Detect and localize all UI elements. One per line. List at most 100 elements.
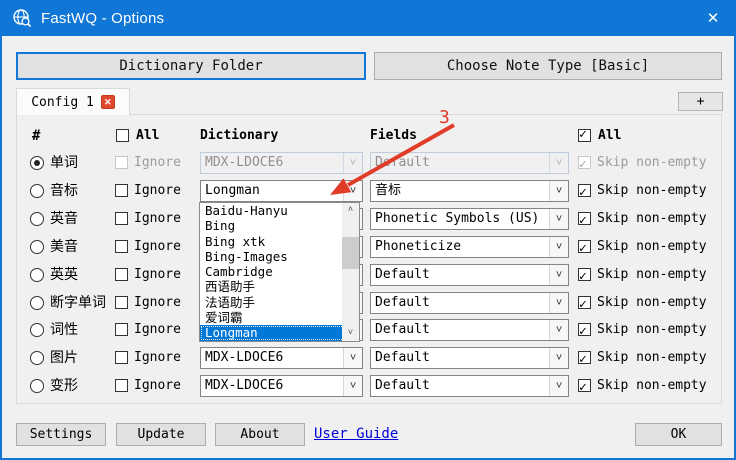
title-bar: FastWQ - Options ✕ bbox=[0, 0, 736, 36]
annotation-step-number: 3 bbox=[439, 107, 450, 128]
row-label: 英音 bbox=[50, 208, 78, 230]
row-select-radio[interactable] bbox=[30, 184, 44, 198]
ignore-label: Ignore bbox=[134, 152, 181, 174]
close-window-button[interactable]: ✕ bbox=[690, 0, 736, 36]
ignore-checkbox[interactable] bbox=[115, 240, 128, 253]
table-row: 变形 Ignore MDX-LDOCE6˅ Default˅ Skip non-… bbox=[2, 375, 736, 397]
row-label: 英英 bbox=[50, 264, 78, 286]
row-select-radio[interactable] bbox=[30, 351, 44, 365]
settings-button[interactable]: Settings bbox=[16, 423, 106, 446]
ok-button[interactable]: OK bbox=[635, 423, 722, 446]
dropdown-item[interactable]: 西语助手 bbox=[200, 279, 359, 294]
dictionary-folder-button[interactable]: Dictionary Folder bbox=[16, 52, 366, 80]
skip-non-empty-checkbox[interactable] bbox=[578, 156, 591, 169]
skip-non-empty-checkbox[interactable] bbox=[578, 296, 591, 309]
row-select-radio[interactable] bbox=[30, 379, 44, 393]
ignore-checkbox[interactable] bbox=[115, 351, 128, 364]
ignore-checkbox[interactable] bbox=[115, 212, 128, 225]
fields-combobox[interactable]: Default˅ bbox=[370, 292, 569, 314]
choose-note-type-button[interactable]: Choose Note Type [Basic] bbox=[374, 52, 722, 80]
row-label: 断字单词 bbox=[50, 292, 106, 314]
dropdown-item-selected[interactable]: Longman bbox=[200, 325, 359, 340]
window-title: FastWQ - Options bbox=[41, 10, 164, 27]
tab-config-1[interactable]: Config 1 ✕ bbox=[16, 88, 130, 115]
chevron-down-icon: ˅ bbox=[549, 320, 568, 340]
skip-non-empty-label: Skip non-empty bbox=[597, 319, 707, 341]
ignore-checkbox[interactable] bbox=[115, 156, 128, 169]
skip-non-empty-checkbox[interactable] bbox=[578, 212, 591, 225]
skip-non-empty-checkbox[interactable] bbox=[578, 379, 591, 392]
row-label: 词性 bbox=[50, 319, 78, 341]
table-row: 词性 Ignore ˅ Default˅ Skip non-empty bbox=[2, 319, 736, 341]
row-label: 图片 bbox=[50, 347, 78, 369]
row-select-radio[interactable] bbox=[30, 240, 44, 254]
chevron-down-icon: ˅ bbox=[549, 237, 568, 257]
skip-non-empty-checkbox[interactable] bbox=[578, 184, 591, 197]
row-select-radio[interactable] bbox=[30, 268, 44, 282]
dropdown-item[interactable]: Bing-Images bbox=[200, 249, 359, 264]
fields-combobox[interactable]: Phonetic Symbols (US)˅ bbox=[370, 208, 569, 230]
chevron-down-icon: ˅ bbox=[343, 153, 362, 173]
dropdown-item[interactable]: 法语助手 bbox=[200, 295, 359, 310]
add-config-tab-button[interactable]: + bbox=[678, 92, 723, 111]
fields-combobox[interactable]: Default˅ bbox=[370, 319, 569, 341]
chevron-down-icon: ˅ bbox=[343, 348, 362, 368]
fields-combobox[interactable]: Default˅ bbox=[370, 152, 569, 174]
dropdown-item[interactable]: Bing bbox=[200, 218, 359, 233]
tab-close-icon[interactable]: ✕ bbox=[101, 95, 115, 109]
row-label: 变形 bbox=[50, 375, 78, 397]
skip-non-empty-label: Skip non-empty bbox=[597, 236, 707, 258]
chevron-down-icon: ˅ bbox=[549, 265, 568, 285]
dropdown-item[interactable]: Bing xtk bbox=[200, 234, 359, 249]
ignore-label: Ignore bbox=[134, 292, 181, 314]
fields-combobox[interactable]: Default˅ bbox=[370, 375, 569, 397]
fields-combobox[interactable]: Default˅ bbox=[370, 347, 569, 369]
dictionary-combobox[interactable]: MDX-LDOCE6˅ bbox=[200, 347, 363, 369]
update-button[interactable]: Update bbox=[116, 423, 206, 446]
ignore-label: Ignore bbox=[134, 180, 181, 202]
fields-combobox[interactable]: Default˅ bbox=[370, 264, 569, 286]
skip-non-empty-checkbox[interactable] bbox=[578, 240, 591, 253]
all-ignore-checkbox[interactable] bbox=[116, 129, 129, 147]
dropdown-item[interactable]: 爱词霸 bbox=[200, 310, 359, 325]
dictionary-combobox-open[interactable]: Longman˅ bbox=[200, 180, 363, 202]
dictionary-combobox[interactable]: MDX-LDOCE6˅ bbox=[200, 152, 363, 174]
scrollbar-thumb[interactable] bbox=[342, 237, 359, 269]
tab-label: Config 1 bbox=[31, 95, 94, 110]
scroll-up-icon[interactable]: ˄ bbox=[342, 203, 359, 218]
ignore-label: Ignore bbox=[134, 236, 181, 258]
options-dialog: FastWQ - Options ✕ Dictionary Folder Cho… bbox=[0, 0, 736, 460]
skip-non-empty-checkbox[interactable] bbox=[578, 351, 591, 364]
user-guide-link[interactable]: User Guide bbox=[314, 426, 398, 442]
ignore-checkbox[interactable] bbox=[115, 268, 128, 281]
ignore-checkbox[interactable] bbox=[115, 323, 128, 336]
column-header-fields: Fields bbox=[370, 128, 417, 146]
about-button[interactable]: About bbox=[215, 423, 305, 446]
all-skip-checkbox[interactable] bbox=[578, 129, 591, 147]
skip-non-empty-label: Skip non-empty bbox=[597, 375, 707, 397]
column-header-all-right: All bbox=[598, 128, 621, 146]
ignore-checkbox[interactable] bbox=[115, 296, 128, 309]
row-select-radio[interactable] bbox=[30, 323, 44, 337]
skip-non-empty-checkbox[interactable] bbox=[578, 323, 591, 336]
row-select-radio[interactable] bbox=[30, 296, 44, 310]
table-row: 单词 Ignore MDX-LDOCE6˅ Default˅ Skip non-… bbox=[2, 152, 736, 174]
row-select-radio[interactable] bbox=[30, 156, 44, 170]
fields-combobox[interactable]: Phoneticize˅ bbox=[370, 236, 569, 258]
ignore-checkbox[interactable] bbox=[115, 379, 128, 392]
ignore-checkbox[interactable] bbox=[115, 184, 128, 197]
table-row: 英英 Ignore ˅ Default˅ Skip non-empty bbox=[2, 264, 736, 286]
dropdown-item[interactable]: Cambridge bbox=[200, 264, 359, 279]
skip-non-empty-checkbox[interactable] bbox=[578, 268, 591, 281]
chevron-down-icon: ˅ bbox=[549, 348, 568, 368]
globe-search-icon bbox=[12, 8, 32, 28]
table-row: 断字单词 Ignore ˅ Default˅ Skip non-empty bbox=[2, 292, 736, 314]
ignore-label: Ignore bbox=[134, 375, 181, 397]
fields-combobox[interactable]: 音标˅ bbox=[370, 180, 569, 202]
row-select-radio[interactable] bbox=[30, 212, 44, 226]
scroll-down-icon[interactable]: ˅ bbox=[342, 326, 359, 341]
chevron-down-icon: ˅ bbox=[549, 376, 568, 396]
dropdown-scrollbar[interactable]: ˄ ˅ bbox=[342, 203, 359, 341]
dropdown-item[interactable]: Baidu-Hanyu bbox=[200, 203, 359, 218]
dictionary-combobox[interactable]: MDX-LDOCE6˅ bbox=[200, 375, 363, 397]
